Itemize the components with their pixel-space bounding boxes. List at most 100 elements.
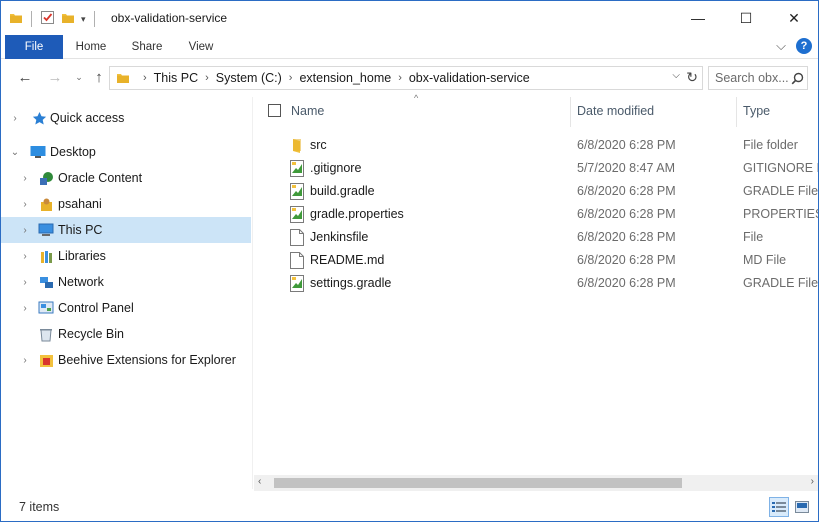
column-divider[interactable] — [736, 97, 737, 127]
tab-share[interactable]: Share — [125, 35, 169, 59]
table-row[interactable]: gradle.properties 6/8/2020 6:28 PM PROPE… — [254, 203, 818, 226]
column-header-date-modified[interactable]: Date modified — [577, 104, 654, 118]
file-date-modified: 5/7/2020 8:47 AM — [577, 161, 675, 175]
chevron-right-icon[interactable]: › — [19, 277, 31, 288]
select-all-checkbox[interactable] — [268, 104, 281, 117]
search-input[interactable] — [715, 71, 791, 85]
sidebar-item-desktop[interactable]: ⌄ Desktop — [1, 139, 251, 165]
column-header-name[interactable]: Name — [291, 104, 324, 118]
sidebar-item-label: Control Panel — [58, 301, 134, 315]
chevron-right-icon[interactable]: › — [19, 225, 31, 236]
scroll-right-icon[interactable]: › — [811, 476, 814, 487]
chevron-right-icon[interactable]: › — [19, 199, 31, 210]
sidebar-item-label: psahani — [58, 197, 102, 211]
scrollbar-thumb[interactable] — [274, 478, 682, 488]
sidebar-item-oracle-content[interactable]: › Oracle Content — [1, 165, 251, 191]
control-panel-icon — [38, 300, 54, 316]
breadcrumb-system-c[interactable]: System (C:) — [216, 71, 282, 85]
item-count: 7 items — [19, 500, 60, 514]
expand-ribbon-icon[interactable]: ⌵ — [776, 38, 786, 54]
breadcrumb-obx-validation-service[interactable]: obx-validation-service — [409, 71, 530, 85]
refresh-icon[interactable]: ↻ — [686, 69, 698, 86]
gradle-file-icon — [290, 275, 304, 292]
tab-home[interactable]: Home — [71, 35, 111, 59]
file-explorer-window: ▾ obx-validation-service — ☐ ✕ File Home… — [0, 0, 819, 522]
breadcrumb-extension-home[interactable]: extension_home — [299, 71, 391, 85]
search-box[interactable] — [708, 66, 808, 90]
address-bar[interactable]: › This PC › System (C:) › extension_home… — [109, 66, 703, 90]
details-view-button[interactable] — [769, 497, 789, 517]
chevron-right-icon[interactable]: › — [9, 113, 21, 124]
sidebar-item-libraries[interactable]: › Libraries — [1, 243, 251, 269]
ribbon-right-controls: ⌵ ? — [776, 38, 812, 54]
recycle-bin-icon — [38, 326, 54, 342]
libraries-icon — [38, 248, 54, 264]
file-list: ^ Name Date modified Type src 6/8/2020 6… — [254, 93, 818, 477]
sidebar-item-beehive-extensions[interactable]: › Beehive Extensions for Explorer — [1, 347, 251, 373]
tab-file[interactable]: File — [5, 35, 63, 59]
blank-file-icon — [290, 229, 304, 246]
breadcrumb: › This PC › System (C:) › extension_home… — [130, 71, 530, 85]
sidebar-item-label: Oracle Content — [58, 171, 143, 185]
network-icon — [38, 274, 54, 290]
chevron-right-icon[interactable]: › — [19, 355, 31, 366]
close-button[interactable]: ✕ — [770, 1, 818, 35]
up-button[interactable]: ↑ — [89, 67, 109, 87]
navigation-pane: › Quick access ⌄ Desktop › Oracle Conten… — [1, 97, 253, 489]
column-header-type[interactable]: Type — [743, 104, 770, 118]
navigation-bar: ← → ⌄ ↑ › This PC › System (C:) › extens… — [1, 61, 818, 95]
file-type: MD File — [743, 253, 787, 267]
back-button[interactable]: ← — [15, 67, 35, 87]
table-row[interactable]: README.md 6/8/2020 6:28 PM MD File — [254, 249, 818, 272]
table-row[interactable]: build.gradle 6/8/2020 6:28 PM GRADLE Fil… — [254, 180, 818, 203]
tab-view[interactable]: View — [183, 35, 219, 59]
window-controls: — ☐ ✕ — [674, 1, 818, 35]
horizontal-scrollbar[interactable]: ‹ › — [254, 475, 818, 491]
scroll-left-icon[interactable]: ‹ — [258, 476, 261, 487]
chevron-right-icon[interactable]: › — [19, 251, 31, 262]
table-row[interactable]: settings.gradle 6/8/2020 6:28 PM GRADLE … — [254, 272, 818, 295]
sidebar-item-this-pc[interactable]: › This PC — [1, 217, 251, 243]
sidebar-item-label: Recycle Bin — [58, 327, 124, 341]
sidebar-item-psahani[interactable]: › psahani — [1, 191, 251, 217]
file-type: GRADLE File — [743, 184, 819, 198]
properties-icon[interactable] — [40, 10, 55, 28]
sort-ascending-icon: ^ — [414, 93, 419, 103]
search-icon[interactable] — [791, 72, 804, 85]
forward-button[interactable]: → — [45, 67, 65, 87]
desktop-icon — [30, 144, 46, 160]
file-date-modified: 6/8/2020 6:28 PM — [577, 138, 676, 152]
file-date-modified: 6/8/2020 6:28 PM — [577, 207, 676, 221]
breadcrumb-separator[interactable]: › — [289, 72, 293, 84]
maximize-icon: ☐ — [739, 9, 753, 26]
computer-icon — [38, 222, 54, 238]
chevron-right-icon[interactable]: › — [19, 173, 31, 184]
minimize-button[interactable]: — — [674, 1, 722, 35]
gradle-file-icon — [290, 206, 304, 223]
new-folder-icon[interactable] — [61, 11, 75, 28]
minimize-icon: — — [691, 10, 705, 26]
sidebar-item-network[interactable]: › Network — [1, 269, 251, 295]
recent-locations-button[interactable]: ⌄ — [69, 67, 89, 87]
maximize-button[interactable]: ☐ — [722, 1, 770, 35]
sidebar-item-recycle-bin[interactable]: Recycle Bin — [1, 321, 251, 347]
sidebar-item-label: Desktop — [50, 145, 96, 159]
table-row[interactable]: Jenkinsfile 6/8/2020 6:28 PM File — [254, 226, 818, 249]
help-icon[interactable]: ? — [796, 38, 812, 54]
table-row[interactable]: src 6/8/2020 6:28 PM File folder — [254, 134, 818, 157]
address-dropdown-icon[interactable]: ⌵ — [672, 70, 680, 81]
sidebar-item-quick-access[interactable]: › Quick access — [1, 105, 251, 131]
chevron-right-icon[interactable]: › — [19, 303, 31, 314]
breadcrumb-separator[interactable]: › — [205, 72, 209, 84]
file-type: GITIGNORE Fi — [743, 161, 819, 175]
folder-icon — [9, 11, 23, 28]
chevron-down-icon[interactable]: ⌄ — [9, 147, 21, 158]
column-divider[interactable] — [570, 97, 571, 127]
breadcrumb-this-pc[interactable]: This PC — [154, 71, 198, 85]
sidebar-item-control-panel[interactable]: › Control Panel — [1, 295, 251, 321]
large-icons-view-button[interactable] — [792, 497, 812, 517]
table-row[interactable]: .gitignore 5/7/2020 8:47 AM GITIGNORE Fi — [254, 157, 818, 180]
file-date-modified: 6/8/2020 6:28 PM — [577, 253, 676, 267]
breadcrumb-separator[interactable]: › — [398, 72, 402, 84]
customize-qat-icon[interactable]: ▾ — [81, 14, 86, 25]
